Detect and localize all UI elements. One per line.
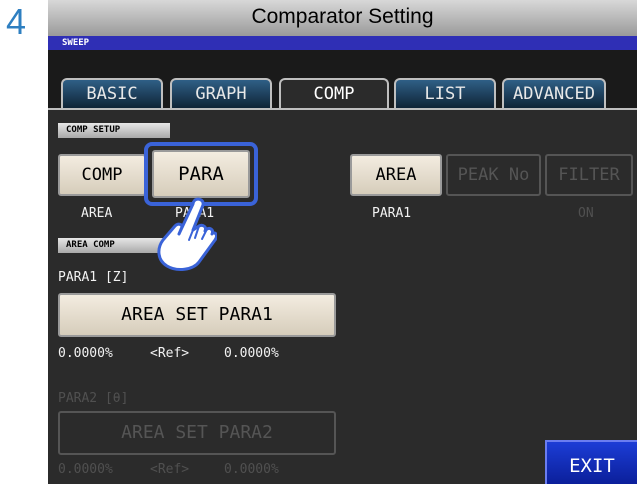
- filter-button[interactable]: FILTER: [545, 154, 633, 196]
- comp-value: AREA: [81, 206, 113, 221]
- mode-indicator: SWEEP: [48, 36, 637, 50]
- area-set-para1-button[interactable]: AREA SET PARA1: [58, 293, 336, 337]
- area-set-para2-button[interactable]: AREA SET PARA2: [58, 411, 336, 455]
- para1-ref: <Ref>: [150, 346, 190, 361]
- exit-button[interactable]: EXIT: [545, 440, 637, 484]
- para1-high-limit: 0.0000%: [224, 346, 279, 361]
- para2-low-limit: 0.0000%: [58, 462, 113, 477]
- comp-button[interactable]: COMP: [58, 154, 146, 196]
- filter-value: ON: [578, 206, 594, 221]
- comp-setup-header: COMP SETUP: [58, 123, 170, 138]
- tab-graph[interactable]: GRAPH: [170, 78, 272, 108]
- tab-list[interactable]: LIST: [394, 78, 496, 108]
- tab-advanced[interactable]: ADVANCED: [502, 78, 606, 108]
- area-comp-header: AREA COMP: [58, 238, 170, 253]
- para-button[interactable]: PARA: [152, 150, 250, 198]
- device-screen: Comparator Setting SWEEP BASIC GRAPH COM…: [48, 0, 637, 484]
- window-title: Comparator Setting: [48, 0, 637, 36]
- tab-comp[interactable]: COMP: [279, 78, 389, 108]
- tab-bar: BASIC GRAPH COMP LIST ADVANCED: [48, 50, 637, 108]
- pointing-hand-icon: [157, 197, 217, 271]
- peak-no-button[interactable]: PEAK No: [446, 154, 541, 196]
- para1-label: PARA1 [Z]: [58, 270, 129, 285]
- area-value: PARA1: [372, 206, 412, 221]
- area-button[interactable]: AREA: [350, 154, 442, 196]
- para2-high-limit: 0.0000%: [224, 462, 279, 477]
- step-number: 4: [6, 1, 27, 42]
- para2-ref: <Ref>: [150, 462, 190, 477]
- tab-basic[interactable]: BASIC: [61, 78, 163, 108]
- para2-label: PARA2 [θ]: [58, 391, 129, 406]
- para1-low-limit: 0.0000%: [58, 346, 113, 361]
